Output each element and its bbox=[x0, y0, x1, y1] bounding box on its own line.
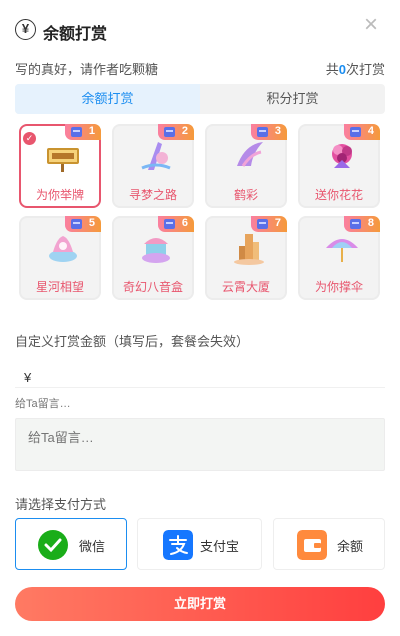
flower-icon bbox=[332, 144, 352, 168]
custom-amount-input[interactable] bbox=[37, 368, 377, 386]
selected-check-icon: ✓ bbox=[23, 132, 36, 145]
message-textarea[interactable] bbox=[15, 418, 385, 471]
gift-item[interactable]: 6 奇幻八音盒 bbox=[112, 216, 194, 300]
gift-item[interactable]: 3 鹤彩 bbox=[205, 124, 287, 208]
crane-icon bbox=[237, 142, 263, 167]
wechat-icon bbox=[38, 530, 68, 560]
star-river-icon bbox=[49, 236, 77, 262]
pay-label: 余额 bbox=[337, 539, 364, 554]
dream-road-icon bbox=[141, 142, 171, 170]
currency-symbol: ¥ bbox=[24, 370, 32, 385]
gift-name: 为你举牌 bbox=[35, 188, 84, 202]
gift-name: 寻梦之路 bbox=[128, 188, 177, 202]
pay-option-wechat[interactable]: 微信 bbox=[15, 518, 127, 570]
pay-option-balance[interactable]: 余额 bbox=[273, 518, 385, 570]
placard-icon bbox=[47, 148, 79, 172]
subtitle: 写的真好，请作者吃颗糖 bbox=[15, 62, 159, 77]
reward-count: 共0次打赏 bbox=[325, 62, 385, 77]
gift-item[interactable]: ✓ 1 为你举牌 bbox=[19, 124, 101, 208]
gift-item[interactable]: 4 送你花花 bbox=[298, 124, 380, 208]
close-icon[interactable]: × bbox=[361, 13, 381, 37]
gift-item[interactable]: 7 云霄大厦 bbox=[205, 216, 287, 300]
gift-name: 星河相望 bbox=[35, 280, 84, 294]
pay-label: 支付宝 bbox=[200, 539, 240, 554]
message-hint: 给Ta留言… bbox=[15, 398, 71, 410]
custom-amount-row: ¥ bbox=[15, 368, 385, 388]
pay-label: 微信 bbox=[79, 539, 106, 554]
gift-item[interactable]: 5 星河相望 bbox=[19, 216, 101, 300]
reward-summary: 写的真好，请作者吃颗糖 共0次打赏 bbox=[15, 59, 385, 77]
reward-tabs: 余额打赏 积分打赏 bbox=[15, 84, 385, 114]
gift-name: 鹤彩 bbox=[233, 188, 258, 202]
submit-reward-button[interactable]: 立即打赏 bbox=[15, 587, 385, 621]
dialog-header: ¥ 余额打赏 × bbox=[15, 13, 385, 43]
umbrella-icon bbox=[326, 239, 358, 262]
gift-name: 为你撑伞 bbox=[314, 280, 363, 294]
music-box-icon bbox=[142, 238, 170, 263]
skyscraper-icon bbox=[234, 234, 264, 265]
gift-item[interactable]: 2 寻梦之路 bbox=[112, 124, 194, 208]
gift-item[interactable]: 8 为你撑伞 bbox=[298, 216, 380, 300]
gift-grid: ✓ 1 为你举牌 2 寻梦之路 3 鹤彩 4 送你花花 5 星河相望 6 奇幻八… bbox=[15, 120, 387, 306]
pay-option-alipay[interactable]: 支付宝 bbox=[137, 518, 262, 570]
tab-points-reward[interactable]: 积分打赏 bbox=[200, 84, 385, 114]
custom-amount-label: 自定义打赏金额（填写后，套餐会失效） bbox=[15, 334, 250, 349]
gift-name: 送你花花 bbox=[314, 188, 363, 202]
alipay-icon bbox=[163, 530, 193, 560]
gift-name: 奇幻八音盒 bbox=[122, 280, 183, 294]
yen-icon: ¥ bbox=[15, 19, 36, 40]
gift-name: 云霄大厦 bbox=[221, 280, 270, 294]
wallet-icon bbox=[297, 530, 327, 560]
tab-balance-reward[interactable]: 余额打赏 bbox=[15, 84, 200, 114]
dialog-title: 余额打赏 bbox=[43, 26, 108, 43]
payment-method-label: 请选择支付方式 bbox=[15, 497, 107, 512]
